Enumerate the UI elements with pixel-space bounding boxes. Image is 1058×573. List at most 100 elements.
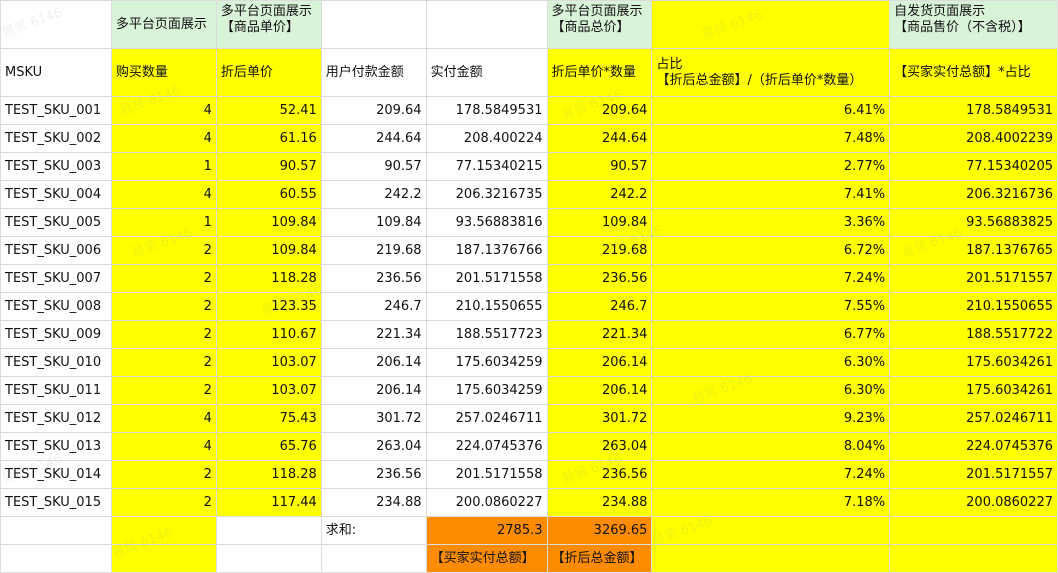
cell-paid[interactable]: 208.400224 [425,124,548,153]
cell-unit[interactable]: 60.55 [215,180,322,209]
cell-sale[interactable]: 257.0246711 [889,404,1058,433]
cell-total[interactable]: 234.88 [546,488,653,517]
cell-ratio[interactable]: 9.23% [651,404,891,433]
cell-empty[interactable] [0,544,112,573]
cell-ratio[interactable]: 6.30% [651,376,891,405]
cell-ratio[interactable]: 7.24% [651,460,891,489]
cell-paid[interactable]: 201.5171558 [425,264,548,293]
cell-empty[interactable] [889,544,1058,573]
cell-paid[interactable]: 93.56883816 [425,208,548,237]
cell-unit[interactable]: 65.76 [215,432,322,461]
cell-h1[interactable]: 自发货页面展示 【商品售价（不含税）】 [889,0,1058,49]
cell-total[interactable]: 301.72 [546,404,653,433]
cell-unit[interactable]: 123.35 [215,292,322,321]
cell-pay[interactable]: 219.68 [320,236,427,265]
cell-paid[interactable]: 201.5171558 [425,460,548,489]
cell-msku[interactable]: TEST_SKU_006 [0,236,112,265]
cell-ratio[interactable]: 6.77% [651,320,891,349]
cell-paid[interactable]: 187.1376766 [425,236,548,265]
cell-ratio[interactable]: 8.04% [651,432,891,461]
cell-unit[interactable]: 109.84 [215,208,322,237]
cell-msku[interactable]: TEST_SKU_005 [0,208,112,237]
cell-msku[interactable]: TEST_SKU_010 [0,348,112,377]
cell-d2[interactable]: 用户付款金额 [320,48,427,97]
cell-sale[interactable]: 208.4002239 [889,124,1058,153]
cell-total[interactable]: 109.84 [546,208,653,237]
cell-total[interactable]: 236.56 [546,460,653,489]
cell-ratio[interactable]: 3.36% [651,208,891,237]
cell-qty[interactable]: 4 [110,404,217,433]
cell-paid[interactable]: 200.0860227 [425,488,548,517]
cell-paid[interactable]: 210.1550655 [425,292,548,321]
cell-b2[interactable]: 购买数量 [110,48,217,97]
cell-qty[interactable]: 2 [110,460,217,489]
cell-sale[interactable]: 187.1376765 [889,236,1058,265]
cell-sale[interactable]: 93.56883825 [889,208,1058,237]
cell-msku[interactable]: TEST_SKU_009 [0,320,112,349]
cell-qty[interactable]: 1 [110,208,217,237]
cell-paid[interactable]: 188.5517723 [425,320,548,349]
cell-sale[interactable]: 206.3216736 [889,180,1058,209]
cell-total[interactable]: 206.14 [546,376,653,405]
cell-total[interactable]: 90.57 [546,152,653,181]
cell-empty[interactable] [651,516,891,545]
cell-a1[interactable] [0,0,112,49]
cell-empty[interactable] [651,544,891,573]
cell-empty[interactable] [110,544,217,573]
cell-empty[interactable] [215,544,322,573]
cell-b1[interactable]: 多平台页面展示 [110,0,217,49]
cell-a2[interactable]: MSKU [0,48,112,97]
cell-sale[interactable]: 224.0745376 [889,432,1058,461]
cell-msku[interactable]: TEST_SKU_004 [0,180,112,209]
cell-pay[interactable]: 109.84 [320,208,427,237]
cell-qty[interactable]: 2 [110,376,217,405]
cell-unit[interactable]: 103.07 [215,348,322,377]
cell-total[interactable]: 244.64 [546,124,653,153]
cell-pay[interactable]: 209.64 [320,96,427,125]
cell-unit[interactable]: 118.28 [215,460,322,489]
footer-discount-label[interactable]: 【折后总金额】 [546,544,653,573]
cell-pay[interactable]: 221.34 [320,320,427,349]
cell-empty[interactable] [215,516,322,545]
cell-e1[interactable] [425,0,548,49]
cell-empty[interactable] [0,516,112,545]
cell-pay[interactable]: 234.88 [320,488,427,517]
cell-msku[interactable]: TEST_SKU_007 [0,264,112,293]
cell-pay[interactable]: 206.14 [320,348,427,377]
cell-qty[interactable]: 4 [110,432,217,461]
cell-msku[interactable]: TEST_SKU_001 [0,96,112,125]
cell-unit[interactable]: 90.57 [215,152,322,181]
cell-ratio[interactable]: 6.41% [651,96,891,125]
cell-unit[interactable]: 75.43 [215,404,322,433]
cell-total[interactable]: 221.34 [546,320,653,349]
cell-paid[interactable]: 77.15340215 [425,152,548,181]
cell-qty[interactable]: 2 [110,292,217,321]
cell-sale[interactable]: 210.1550655 [889,292,1058,321]
cell-paid[interactable]: 206.3216735 [425,180,548,209]
cell-total[interactable]: 263.04 [546,432,653,461]
cell-g2[interactable]: 占比 【折后总金额】/（折后单价*数量） [651,48,891,97]
sum-discount-total[interactable]: 3269.65 [546,516,653,545]
cell-pay[interactable]: 90.57 [320,152,427,181]
cell-f1[interactable]: 多平台页面展示 【商品总价】 [546,0,653,49]
cell-sale[interactable]: 175.6034261 [889,376,1058,405]
cell-msku[interactable]: TEST_SKU_013 [0,432,112,461]
cell-sale[interactable]: 200.0860227 [889,488,1058,517]
cell-unit[interactable]: 52.41 [215,96,322,125]
cell-pay[interactable]: 301.72 [320,404,427,433]
cell-ratio[interactable]: 7.48% [651,124,891,153]
cell-qty[interactable]: 2 [110,320,217,349]
cell-qty[interactable]: 2 [110,236,217,265]
cell-e2[interactable]: 实付金额 [425,48,548,97]
sum-label[interactable]: 求和: [320,516,427,545]
cell-total[interactable]: 246.7 [546,292,653,321]
cell-paid[interactable]: 178.5849531 [425,96,548,125]
cell-pay[interactable]: 236.56 [320,264,427,293]
cell-unit[interactable]: 103.07 [215,376,322,405]
cell-paid[interactable]: 175.6034259 [425,376,548,405]
cell-pay[interactable]: 236.56 [320,460,427,489]
cell-ratio[interactable]: 6.72% [651,236,891,265]
cell-sale[interactable]: 178.5849531 [889,96,1058,125]
cell-qty[interactable]: 2 [110,264,217,293]
cell-msku[interactable]: TEST_SKU_008 [0,292,112,321]
